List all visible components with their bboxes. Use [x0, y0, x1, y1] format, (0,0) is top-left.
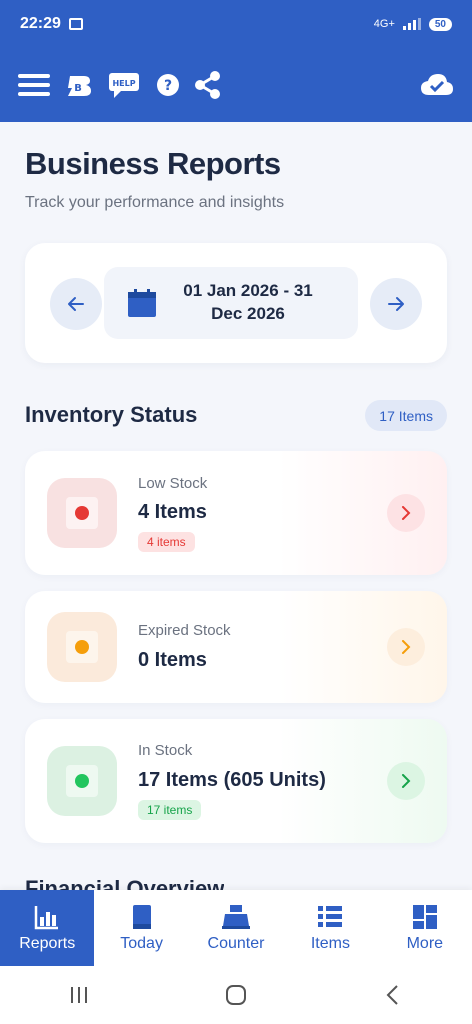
home-button[interactable] — [206, 975, 266, 1015]
help-chat-icon[interactable]: HELP — [108, 71, 142, 99]
nav-reports[interactable]: Reports — [0, 890, 95, 966]
help-label: HELP — [112, 79, 135, 88]
date-range-line2: Dec 2026 — [211, 304, 285, 323]
brand-logo-icon[interactable]: B — [64, 70, 94, 100]
nav-items-label: Items — [310, 935, 350, 952]
expired-stock-label: Expired Stock — [138, 622, 231, 639]
question-icon[interactable]: ? — [156, 73, 180, 97]
low-stock-icon — [47, 478, 117, 548]
arrow-right-icon — [388, 297, 404, 311]
receipt-icon — [131, 903, 153, 931]
svg-text:B: B — [74, 83, 82, 94]
date-range-line1: 01 Jan 2026 - 31 — [183, 281, 313, 301]
cloud-sync-icon[interactable] — [420, 73, 454, 97]
expired-stock-icon — [47, 612, 117, 682]
grid-icon — [412, 903, 438, 931]
battery-icon: 50 — [428, 17, 452, 31]
in-stock-icon — [47, 746, 117, 816]
system-navigation-bar — [0, 966, 472, 1024]
nav-today-label: Today — [120, 935, 163, 952]
in-stock-value: 17 Items (605 Units) — [138, 769, 326, 791]
nav-more-label: More — [406, 935, 444, 952]
low-stock-tag: 4 items — [138, 532, 195, 552]
back-button[interactable] — [363, 975, 423, 1015]
nav-reports-label: Reports — [19, 935, 76, 952]
nav-more[interactable]: More — [378, 890, 472, 966]
recent-apps-icon — [70, 987, 87, 1003]
svg-text:?: ? — [164, 78, 172, 94]
page-subtitle: Track your performance and insights — [25, 194, 285, 211]
previous-period-button[interactable] — [50, 278, 102, 330]
inventory-count-badge: 17 Items — [365, 400, 447, 431]
in-stock-card[interactable]: In Stock 17 Items (605 Units) 17 items — [25, 719, 447, 843]
arrow-left-icon — [68, 297, 84, 311]
back-icon — [386, 985, 399, 1005]
low-stock-label: Low Stock — [138, 475, 208, 492]
chevron-right-icon — [402, 774, 411, 788]
low-stock-card[interactable]: Low Stock 4 Items 4 items — [25, 451, 447, 575]
expired-stock-card[interactable]: Expired Stock 0 Items — [25, 591, 447, 703]
inventory-section-title: Inventory Status — [25, 402, 198, 427]
status-indicators: 4G+ 50 — [373, 17, 452, 31]
recent-apps-button[interactable] — [49, 975, 109, 1015]
home-icon — [225, 985, 246, 1005]
cash-register-icon — [221, 903, 251, 931]
bar-chart-icon — [34, 903, 60, 931]
in-stock-tag: 17 items — [138, 800, 202, 820]
share-icon[interactable] — [194, 70, 222, 100]
expired-stock-open-button[interactable] — [387, 628, 425, 666]
chevron-right-icon — [402, 640, 411, 654]
chevron-right-icon — [402, 506, 411, 520]
in-stock-open-button[interactable] — [387, 762, 425, 800]
low-stock-open-button[interactable] — [387, 494, 425, 532]
status-bar: 22:29 4G+ 50 — [0, 0, 472, 48]
date-range-selector[interactable]: 01 Jan 2026 - 31 Dec 2026 — [104, 267, 358, 339]
date-range-card: 01 Jan 2026 - 31 Dec 2026 — [25, 243, 447, 363]
nav-items[interactable]: Items — [283, 890, 377, 966]
expired-stock-value: 0 Items — [138, 649, 207, 671]
nav-counter[interactable]: Counter — [189, 890, 283, 966]
page-title: Business Reports — [25, 146, 281, 181]
next-period-button[interactable] — [370, 278, 422, 330]
financial-overview-title: Financial Overview — [25, 876, 225, 890]
list-icon — [317, 903, 343, 931]
status-time: 22:29 — [20, 15, 61, 32]
date-range-text: 01 Jan 2026 - 31 Dec 2026 — [163, 280, 333, 326]
signal-icon — [402, 18, 421, 30]
app-bar: B HELP ? — [0, 48, 472, 122]
nav-today[interactable]: Today — [94, 890, 188, 966]
bottom-navigation: Reports Today Counter Items More — [0, 890, 472, 966]
low-stock-value: 4 Items — [138, 501, 207, 523]
network-type: 4G+ — [373, 18, 395, 30]
menu-icon[interactable] — [18, 73, 50, 97]
nav-counter-label: Counter — [207, 935, 265, 952]
calendar-icon — [127, 288, 157, 318]
screenshot-icon — [68, 18, 83, 30]
in-stock-label: In Stock — [138, 742, 193, 759]
